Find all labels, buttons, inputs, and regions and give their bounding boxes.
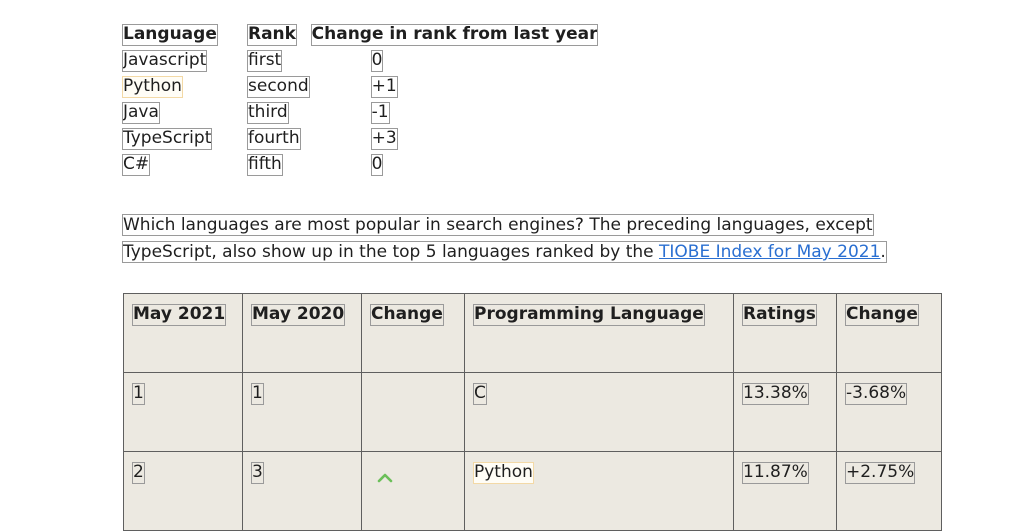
table-row: Python second +1: [120, 76, 599, 102]
cell-rank: fourth: [247, 128, 301, 150]
table-row: 2 3 Python 11.87% +2.75%: [123, 451, 942, 531]
header-change: Change in rank from last year: [310, 24, 599, 46]
cell-rank: third: [247, 102, 289, 124]
table-row: C# fifth 0: [120, 154, 599, 180]
cell-trend: [361, 372, 465, 452]
cell-may-2020: 3: [242, 451, 362, 531]
cell-rank: second: [247, 76, 310, 98]
cell-language: C#: [121, 154, 151, 176]
header-ratings: Ratings: [733, 293, 837, 373]
language-rank-table: Language Rank Change in rank from last y…: [120, 24, 599, 180]
cell-rank: first: [246, 50, 283, 72]
cell-language: Javascript: [121, 50, 208, 72]
cell-language: Java: [122, 102, 160, 124]
header-programming-language: Programming Language: [464, 293, 734, 373]
tiobe-index-table: May 2021 May 2020 Change Programming Lan…: [123, 293, 942, 531]
table-row: TypeScript fourth +3: [120, 128, 599, 154]
cell-may-2021: 1: [123, 372, 243, 452]
cell-ratings: 13.38%: [733, 372, 837, 452]
header-rank: Rank: [247, 24, 297, 46]
intro-line-1: Which languages are most popular in sear…: [122, 214, 874, 236]
header-change: Change: [361, 293, 465, 373]
cell-language: Python: [464, 451, 734, 531]
cell-may-2020: 1: [242, 372, 362, 452]
cell-ratings-change: -3.68%: [836, 372, 942, 452]
chevron-up-icon: [377, 468, 393, 488]
cell-language: C: [464, 372, 734, 452]
cell-ratings-change: +2.75%: [836, 451, 942, 531]
rank-table-header-row: Language Rank Change in rank from last y…: [120, 24, 599, 50]
tiobe-header-row: May 2021 May 2020 Change Programming Lan…: [123, 293, 942, 373]
header-ratings-change: Change: [836, 293, 942, 373]
table-row: 1 1 C 13.38% -3.68%: [123, 372, 942, 452]
intro-paragraph: Which languages are most popular in sear…: [122, 212, 953, 266]
cell-change: 0: [370, 154, 384, 176]
cell-rank: fifth: [247, 154, 283, 176]
table-row: Javascript first 0: [120, 50, 599, 76]
cell-ratings: 11.87%: [733, 451, 837, 531]
intro-line-2: TypeScript, also show up in the top 5 la…: [122, 241, 887, 263]
tiobe-index-link[interactable]: TIOBE Index for May 2021: [659, 242, 880, 262]
cell-language: TypeScript: [121, 128, 213, 150]
table-row: Java third -1: [120, 102, 599, 128]
header-may-2020: May 2020: [242, 293, 362, 373]
cell-language: Python: [122, 76, 183, 98]
cell-may-2021: 2: [123, 451, 243, 531]
cell-change: +3: [370, 128, 398, 150]
cell-change: 0: [370, 50, 384, 72]
header-language: Language: [122, 24, 218, 46]
header-may-2021: May 2021: [123, 293, 243, 373]
cell-change: -1: [370, 102, 390, 124]
cell-trend: [361, 451, 465, 531]
cell-change: +1: [370, 76, 398, 98]
